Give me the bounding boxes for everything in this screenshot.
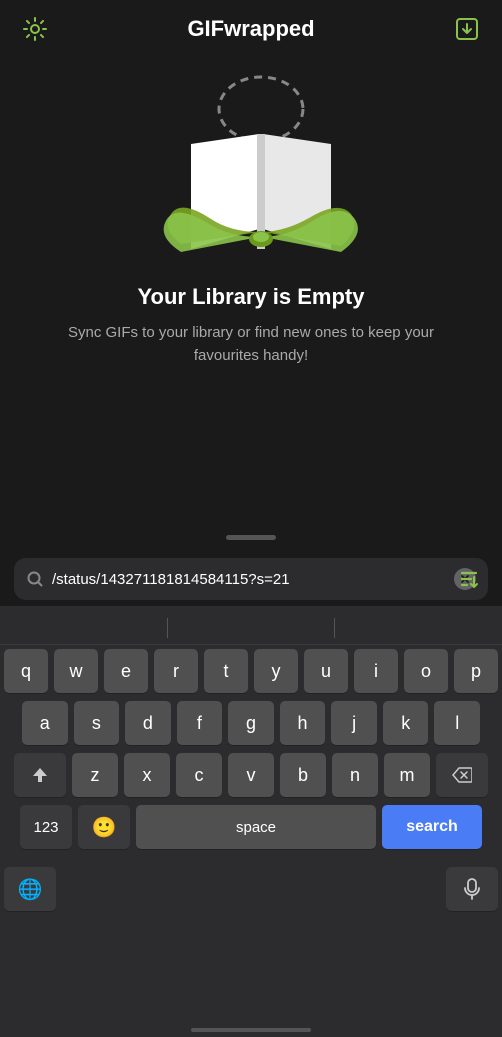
key-a[interactable]: a	[22, 701, 68, 745]
globe-key[interactable]: 🌐	[4, 867, 56, 911]
key-l[interactable]: l	[434, 701, 480, 745]
key-o[interactable]: o	[404, 649, 448, 693]
app-title: GIFwrapped	[187, 16, 314, 42]
sort-button[interactable]	[454, 564, 484, 594]
suggestion-separator-1	[167, 618, 168, 638]
empty-subtitle: Sync GIFs to your library or find new on…	[0, 322, 502, 367]
search-icon	[26, 570, 44, 588]
top-bar: GIFwrapped	[0, 0, 502, 54]
numbers-key[interactable]: 123	[20, 805, 72, 849]
key-q[interactable]: q	[4, 649, 48, 693]
keyboard-row-1: q w e r t y u i o p	[0, 649, 502, 693]
backspace-key[interactable]	[436, 753, 488, 797]
settings-button[interactable]	[20, 14, 50, 44]
key-v[interactable]: v	[228, 753, 274, 797]
main-content: Your Library is Empty Sync GIFs to your …	[0, 54, 502, 367]
key-p[interactable]: p	[454, 649, 498, 693]
book-illustration	[151, 74, 351, 274]
keyboard-row-2: a s d f g h j k l	[0, 701, 502, 745]
key-f[interactable]: f	[177, 701, 223, 745]
key-d[interactable]: d	[125, 701, 171, 745]
drag-handle	[226, 535, 276, 540]
search-input[interactable]	[52, 571, 446, 588]
key-j[interactable]: j	[331, 701, 377, 745]
home-indicator	[191, 1028, 311, 1032]
key-m[interactable]: m	[384, 753, 430, 797]
search-bar-container	[0, 548, 502, 610]
key-i[interactable]: i	[354, 649, 398, 693]
mic-key[interactable]	[446, 867, 498, 911]
search-bar[interactable]	[14, 558, 488, 600]
keyboard-suggestions	[0, 612, 502, 645]
key-z[interactable]: z	[72, 753, 118, 797]
space-key[interactable]: space	[136, 805, 376, 849]
key-w[interactable]: w	[54, 649, 98, 693]
key-y[interactable]: y	[254, 649, 298, 693]
key-c[interactable]: c	[176, 753, 222, 797]
key-r[interactable]: r	[154, 649, 198, 693]
key-e[interactable]: e	[104, 649, 148, 693]
key-g[interactable]: g	[228, 701, 274, 745]
key-x[interactable]: x	[124, 753, 170, 797]
key-u[interactable]: u	[304, 649, 348, 693]
download-button[interactable]	[452, 14, 482, 44]
key-s[interactable]: s	[74, 701, 120, 745]
key-h[interactable]: h	[280, 701, 326, 745]
shift-key[interactable]	[14, 753, 66, 797]
keyboard: q w e r t y u i o p a s d f g h j k l z …	[0, 606, 502, 1037]
empty-title: Your Library is Empty	[138, 284, 365, 310]
search-key[interactable]: search	[382, 805, 482, 849]
key-b[interactable]: b	[280, 753, 326, 797]
key-k[interactable]: k	[383, 701, 429, 745]
key-n[interactable]: n	[332, 753, 378, 797]
key-t[interactable]: t	[204, 649, 248, 693]
keyboard-row-4: 123 🙂 space search	[0, 805, 502, 859]
emoji-key[interactable]: 🙂	[78, 805, 130, 849]
suggestion-separator-2	[334, 618, 335, 638]
keyboard-bottom-row: 🌐	[0, 867, 502, 917]
keyboard-row-3: z x c v b n m	[0, 753, 502, 797]
